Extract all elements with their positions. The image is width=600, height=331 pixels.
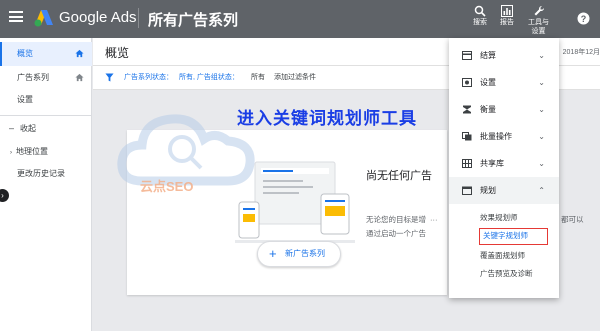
divider	[138, 8, 139, 28]
tools-label-line2: 设置	[531, 28, 546, 35]
menu-item-label: 规划	[480, 186, 496, 195]
chevron-down-icon: ⌄	[538, 51, 545, 60]
grid-icon	[462, 159, 472, 168]
menu-item-label: 设置	[480, 78, 496, 87]
plus-icon: +	[269, 246, 277, 261]
sidebar-item-label: 设置	[17, 95, 33, 104]
search-icon	[474, 5, 486, 17]
new-campaign-label: 新广告系列	[285, 249, 325, 258]
filter-label[interactable]: 广告系列状态：	[124, 66, 173, 90]
copy-icon	[462, 132, 472, 141]
chevron-down-icon: ⌄	[538, 78, 545, 87]
home-icon	[75, 73, 84, 82]
menu-item-settings[interactable]: 设置 ⌄	[449, 69, 559, 96]
annotation-banner: 进入关键词规划师工具	[237, 109, 417, 128]
menu-icon[interactable]	[9, 11, 23, 22]
chevron-down-icon: ⌄	[538, 105, 545, 114]
page-heading: 所有广告系列	[148, 12, 239, 29]
hourglass-icon	[463, 105, 471, 114]
empty-state-desc-2: 通过启动一个广告	[366, 229, 426, 238]
sidebar-item-change-history[interactable]: 更改历史记录	[0, 162, 92, 186]
main-title: 概览	[105, 46, 130, 60]
wrench-icon	[534, 5, 544, 16]
sidebar-item-settings[interactable]: 设置	[0, 88, 92, 112]
menu-item-planning[interactable]: 规划 ⌃	[449, 177, 559, 204]
menu-item-label: 共享库	[480, 159, 504, 168]
menu-item-label: 衡量	[480, 105, 496, 114]
submenu-ad-preview-diagnosis[interactable]: 广告预览及诊断	[480, 268, 533, 279]
chevron-down-icon: ⌄	[538, 132, 545, 141]
bar-chart-icon	[501, 5, 513, 17]
sidebar-item-label: 广告系列	[17, 73, 49, 82]
chevron-down-icon: ⌄	[538, 159, 545, 168]
left-sidebar: 概览 广告系列 设置 – 收起 › 地理位置 更改历史记录	[0, 38, 92, 331]
empty-state-desc: 无论您的目标是增 ···	[366, 215, 438, 224]
search-label: 搜索	[473, 19, 487, 26]
menu-item-label: 批量操作	[480, 132, 512, 141]
submenu-performance-planner[interactable]: 效果规划师	[480, 212, 518, 223]
submenu-reach-planner[interactable]: 覆盖面规划师	[480, 250, 525, 261]
home-icon	[75, 49, 84, 58]
tools-dropdown-menu: 结算 ⌄ 设置 ⌄ 衡量 ⌄ 批量操作 ⌄ 共享库 ⌄ 规划 ⌃ 效果规划师 关…	[449, 38, 559, 298]
menu-item-shared-library[interactable]: 共享库 ⌄	[449, 150, 559, 177]
chevron-up-icon: ⌃	[538, 186, 545, 195]
sidebar-item-overview[interactable]: 概览	[0, 42, 92, 66]
tools-label-line1: 工具与	[528, 19, 549, 26]
google-ads-logo[interactable]	[34, 9, 54, 27]
reports-button[interactable]: 报告	[500, 5, 514, 27]
filter-value[interactable]: 所有, 广告组状态：	[179, 66, 239, 90]
gear-icon	[462, 78, 472, 87]
date-range[interactable]: 2018年12月	[563, 47, 600, 57]
minus-icon: –	[9, 123, 15, 133]
menu-item-bulk-actions[interactable]: 批量操作 ⌄	[449, 123, 559, 150]
sidebar-item-campaigns[interactable]: 广告系列	[0, 66, 92, 90]
help-icon[interactable]: ?	[577, 12, 590, 25]
menu-item-billing[interactable]: 结算 ⌄	[449, 42, 559, 69]
empty-state-title: 尚无任何广告	[366, 170, 432, 182]
empty-state-desc-tail: 都可以	[561, 215, 584, 224]
sidebar-item-locations[interactable]: › 地理位置	[0, 140, 92, 164]
sidebar-item-label: 更改历史记录	[17, 169, 65, 178]
card-icon	[462, 51, 472, 60]
add-filter-link[interactable]: 添加过滤条件	[274, 66, 316, 90]
chevron-right-icon: ›	[1, 191, 4, 200]
sidebar-item-label: 收起	[20, 124, 37, 133]
top-bar: Google Ads 所有广告系列 搜索 报告 工具与 设置 ?	[0, 0, 600, 38]
menu-item-label: 结算	[480, 51, 496, 60]
caret-right-icon: ›	[10, 150, 12, 156]
sidebar-item-label: 地理位置	[16, 147, 48, 156]
submenu-keyword-planner[interactable]: 关键字规划师	[479, 228, 548, 245]
calendar-icon	[462, 186, 472, 195]
sidebar-item-collapse[interactable]: – 收起	[0, 116, 92, 140]
watermark-text: 云点SEO	[140, 179, 194, 194]
search-button[interactable]: 搜索	[473, 5, 487, 27]
product-name[interactable]: Google Ads	[59, 9, 137, 26]
reports-label: 报告	[500, 19, 514, 26]
new-campaign-button[interactable]: + 新广告系列	[257, 241, 341, 267]
sidebar-item-label: 概览	[17, 49, 33, 58]
tools-settings-button[interactable]: 工具与 设置	[528, 5, 549, 36]
svg-text:?: ?	[581, 14, 587, 24]
menu-item-measurement[interactable]: 衡量 ⌄	[449, 96, 559, 123]
filter-value-all[interactable]: 所有	[251, 66, 265, 90]
filter-icon[interactable]	[105, 73, 114, 82]
